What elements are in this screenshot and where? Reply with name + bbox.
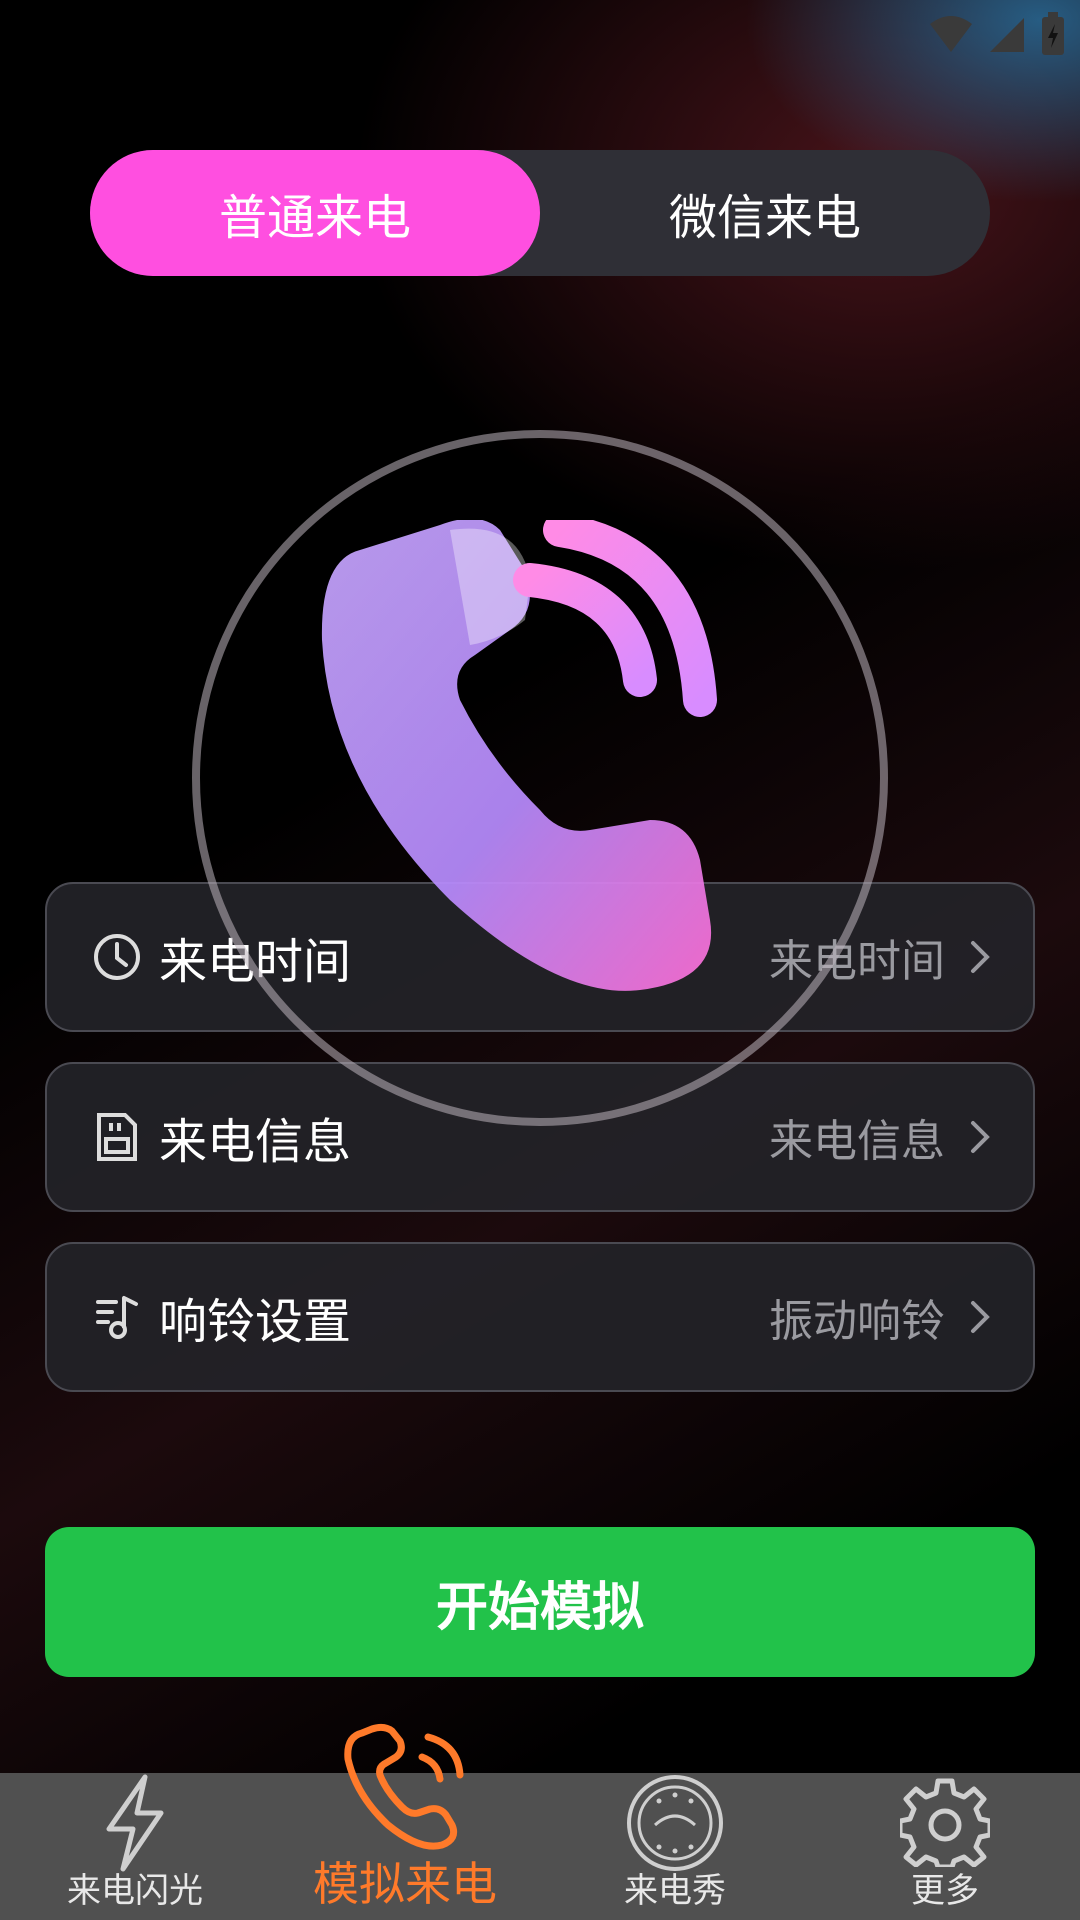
nav-item-call-show[interactable]: 来电秀 (585, 1773, 765, 1920)
phone-ringing-icon (344, 1723, 464, 1850)
nav-label: 模拟来电 (313, 1857, 497, 1911)
gear-icon (900, 1778, 990, 1867)
chevron-right-icon (971, 941, 990, 973)
nav-label: 更多 (911, 1871, 979, 1911)
chevron-right-icon (971, 1121, 990, 1153)
chevron-right-icon (971, 1301, 990, 1333)
wifi-icon (930, 16, 972, 52)
row-label: 响铃设置 (159, 1294, 352, 1350)
row-label: 来电时间 (159, 934, 352, 990)
badge-icon (627, 1775, 723, 1871)
row-value: 来电时间 (769, 936, 945, 987)
row-label: 来电信息 (159, 1114, 352, 1170)
bottom-nav: 来电闪光 模拟来电 来电秀 更多 (0, 1723, 1080, 1920)
signal-icon (990, 18, 1024, 52)
row-call-time[interactable]: 来电时间 来电时间 (45, 882, 1035, 1032)
start-simulation-button[interactable]: 开始模拟 (45, 1527, 1035, 1677)
row-call-info[interactable]: 来电信息 来电信息 (45, 1062, 1035, 1212)
clock-icon (91, 931, 143, 983)
nav-label: 来电闪光 (67, 1871, 203, 1911)
music-note-icon (91, 1291, 143, 1343)
status-bar (928, 12, 1066, 56)
nav-item-more[interactable]: 更多 (855, 1773, 1035, 1920)
row-ring-settings[interactable]: 响铃设置 振动响铃 (45, 1242, 1035, 1392)
lightning-icon (106, 1774, 164, 1872)
battery-icon (1042, 12, 1064, 55)
call-type-segment: 普通来电 微信来电 (90, 150, 990, 276)
tab-normal-call[interactable]: 普通来电 (90, 150, 540, 276)
row-value: 来电信息 (769, 1116, 945, 1167)
tab-wechat-call[interactable]: 微信来电 (540, 150, 990, 276)
sim-card-icon (91, 1111, 143, 1163)
nav-item-simulate-call[interactable]: 模拟来电 (300, 1723, 510, 1920)
row-value: 振动响铃 (769, 1296, 945, 1347)
nav-label: 来电秀 (624, 1871, 726, 1911)
nav-item-flash[interactable]: 来电闪光 (45, 1773, 225, 1920)
